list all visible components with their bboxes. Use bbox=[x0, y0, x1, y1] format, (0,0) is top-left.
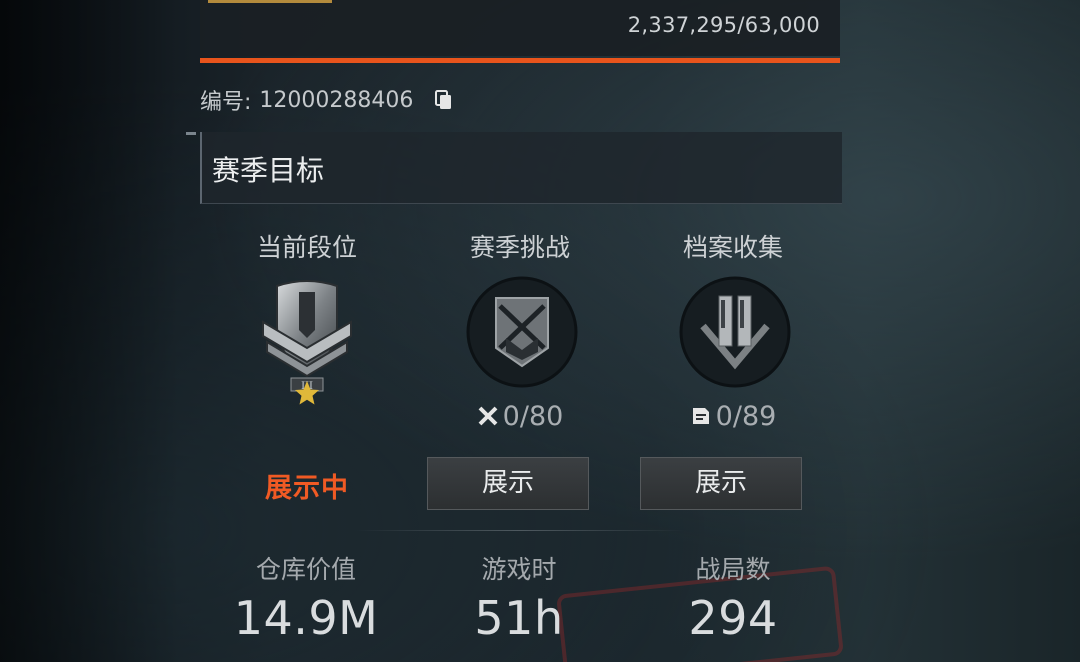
experience-panel: 2,337,295/63,000 bbox=[200, 0, 840, 56]
archive-progress-value: 0/89 bbox=[715, 400, 777, 432]
showing-status: 展示中 bbox=[265, 473, 349, 504]
challenge-progress: 0/80 bbox=[413, 398, 627, 434]
show-archive-button[interactable]: 展示 bbox=[640, 457, 802, 510]
copy-icon[interactable] bbox=[435, 90, 453, 110]
header-tick bbox=[186, 132, 196, 135]
crossed-rifles-icon[interactable] bbox=[466, 276, 578, 388]
stat-value: 14.9M bbox=[233, 591, 379, 645]
season-goals-header: 赛季目标 bbox=[186, 132, 842, 204]
player-id-value: 12000288406 bbox=[259, 87, 414, 113]
stat-warehouse-value: 仓库价值 14.9M bbox=[196, 550, 416, 646]
archive-progress: 0/89 bbox=[626, 398, 840, 434]
archive-collection-title: 档案收集 bbox=[682, 233, 783, 262]
stat-value: 294 bbox=[688, 591, 778, 645]
stat-value: 51h bbox=[474, 591, 564, 645]
double-chevron-icon[interactable] bbox=[679, 276, 791, 388]
document-icon bbox=[692, 408, 709, 424]
player-id-label: 编号: bbox=[200, 90, 252, 115]
stat-label: 战局数 bbox=[695, 555, 771, 584]
stat-matches: 战局数 294 bbox=[623, 550, 843, 646]
experience-value: 2,337,295/63,000 bbox=[627, 13, 820, 37]
season-challenge-column: 赛季挑战 0/80 展示 bbox=[413, 228, 627, 510]
current-rank-column: 当前段位 III 展示中 bbox=[200, 228, 414, 504]
stat-label: 仓库价值 bbox=[255, 555, 356, 584]
background-shade bbox=[0, 0, 180, 662]
player-id-row: 编号: 12000288406 bbox=[200, 86, 453, 115]
show-challenge-button[interactable]: 展示 bbox=[427, 457, 589, 510]
experience-fill bbox=[208, 0, 332, 3]
stat-label: 游戏时 bbox=[481, 555, 557, 584]
star-icon bbox=[294, 380, 320, 406]
swords-icon bbox=[478, 406, 498, 426]
stats-divider bbox=[355, 530, 685, 531]
section-title: 赛季目标 bbox=[212, 154, 325, 187]
season-challenge-title: 赛季挑战 bbox=[469, 233, 570, 262]
stat-playtime: 游戏时 51h bbox=[409, 550, 629, 646]
current-rank-title: 当前段位 bbox=[256, 233, 357, 262]
challenge-progress-value: 0/80 bbox=[502, 400, 564, 432]
archive-collection-column: 档案收集 0/89 展示 bbox=[626, 228, 840, 510]
experience-bar bbox=[200, 58, 840, 63]
